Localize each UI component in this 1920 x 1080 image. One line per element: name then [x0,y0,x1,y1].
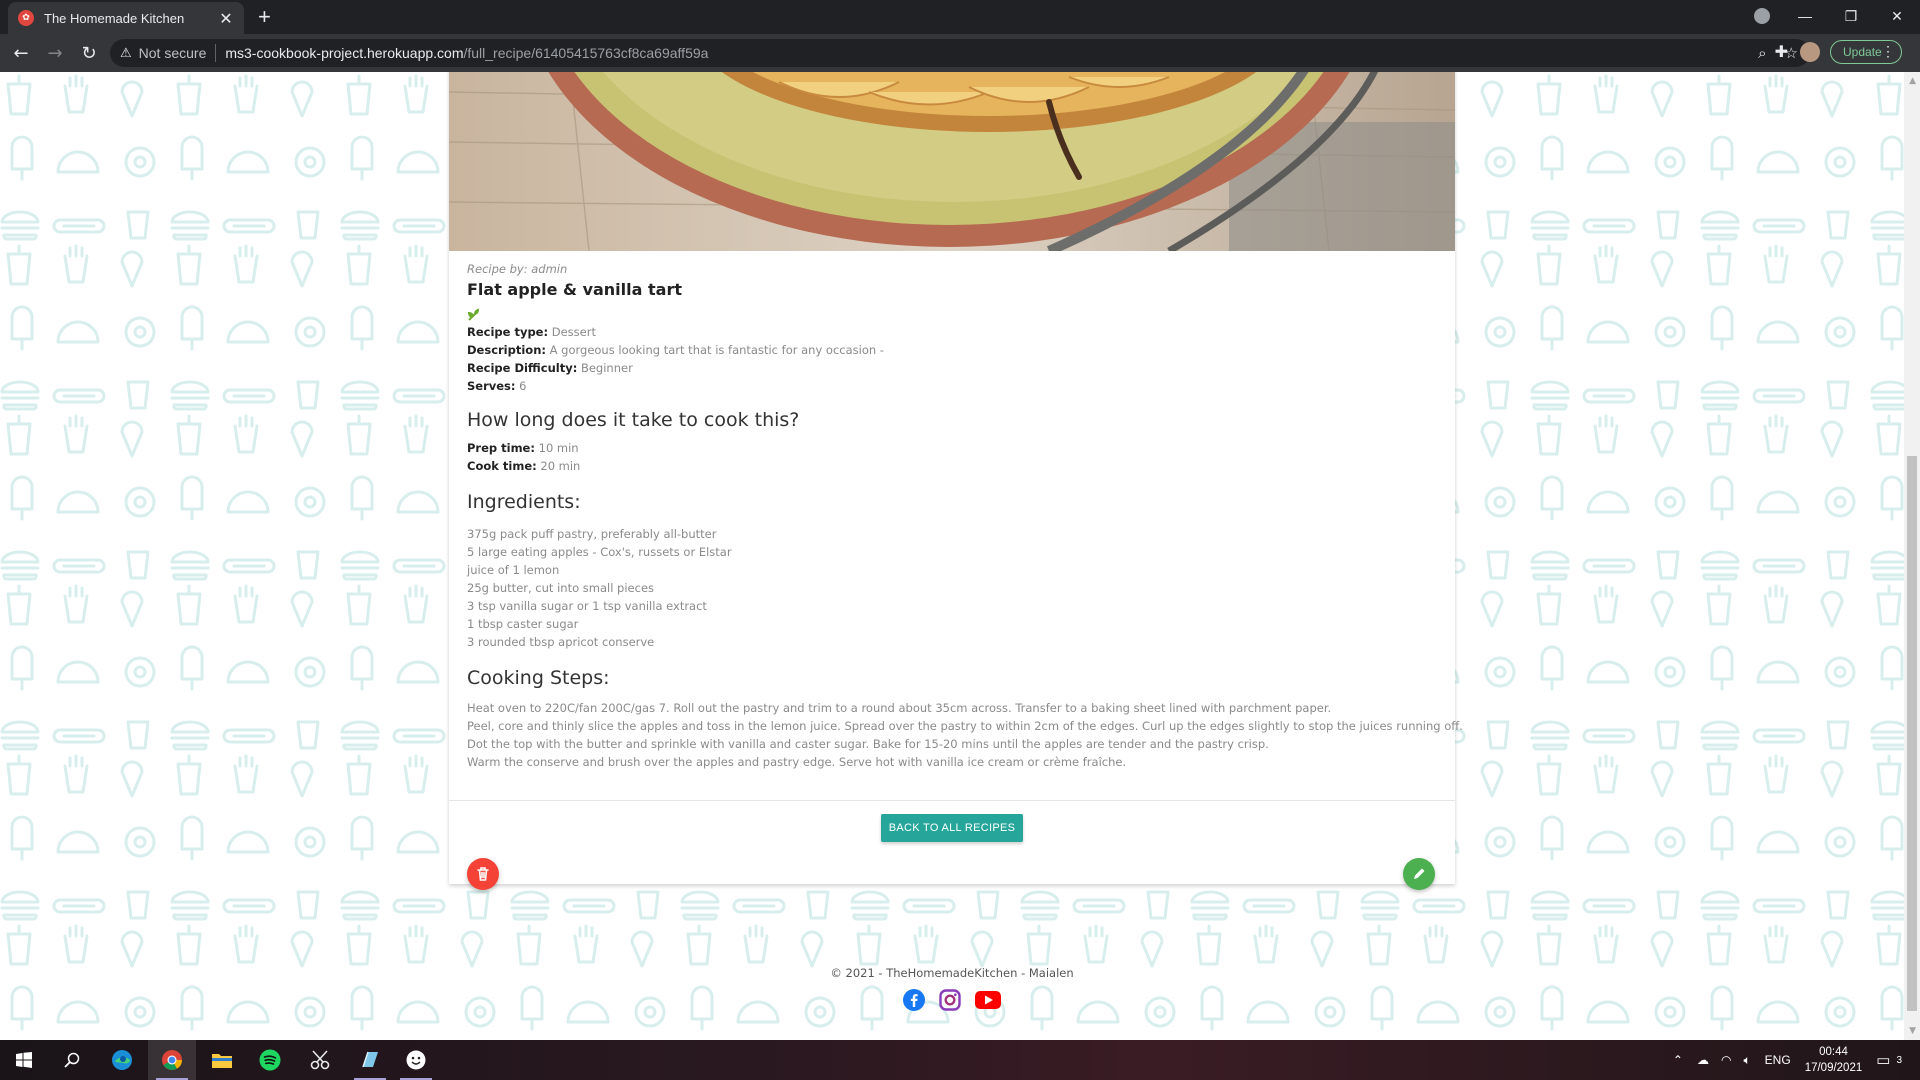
profile-avatar[interactable] [1800,42,1820,62]
back-arrow-icon[interactable]: ← [8,43,34,64]
url-path[interactable]: /full_recipe/61405415763cf8ca69aff59a [463,45,708,61]
minimize-icon[interactable]: — [1782,8,1828,24]
address-divider [215,44,217,62]
tab-title: The Homemade Kitchen [44,10,185,26]
recipe-image [449,72,1455,251]
recipe-author: Recipe by: admin [467,262,568,276]
windows-taskbar: ⌃ ☁ ◠ 🔈︎ ENG 00:44 17/09/2021 ▭ 3 [0,1040,1920,1080]
youtube-icon[interactable] [974,989,1002,1011]
recipe-difficulty: Recipe Difficulty: Beginner [467,361,633,375]
system-tray: ⌃ ☁ ◠ 🔈︎ ENG 00:44 17/09/2021 ▭ 3 [1673,1040,1920,1080]
notification-center-icon[interactable]: ▭ [1876,1051,1890,1069]
tab-favicon-icon: ✿ [18,10,34,26]
ingredient-item: 1 tbsp caster sugar [467,617,579,631]
page-scrollbar[interactable]: ▲ ▼ [1904,72,1920,1040]
tray-expand-icon[interactable]: ⌃ [1673,1053,1683,1067]
ingredient-item: 5 large eating apples - Cox's, russets o… [467,545,732,559]
new-tab-icon[interactable]: + [258,4,271,30]
clock-date: 17/09/2021 [1804,1062,1863,1074]
edge-browser-icon[interactable] [98,1040,146,1080]
chrome-taskbar-icon[interactable] [148,1040,196,1080]
tab-search-icon[interactable] [1754,8,1770,24]
cooking-step: Dot the top with the butter and sprinkle… [467,737,1269,751]
ingredient-item: 3 tsp vanilla sugar or 1 tsp vanilla ext… [467,599,707,613]
browser-tab[interactable]: ✿ The Homemade Kitchen ✕ [8,2,244,34]
instagram-icon[interactable] [938,988,962,1012]
taskbar-clock[interactable]: 00:44 17/09/2021 [1805,1044,1863,1076]
card-divider [449,800,1455,801]
pencil-icon [1414,868,1425,879]
emoji-app-icon[interactable] [392,1040,440,1080]
cooking-step: Warm the conserve and brush over the app… [467,755,1127,769]
recipe-description: Description: A gorgeous looking tart tha… [467,343,884,357]
cooking-steps-list: Heat oven to 220C/fan 200C/gas 7. Roll o… [467,699,1463,771]
ingredients-list: 375g pack puff pastry, preferably all-bu… [467,525,1437,651]
url-host[interactable]: ms3-cookbook-project.herokuapp.com [225,45,463,61]
cooking-step: Heat oven to 220C/fan 200C/gas 7. Roll o… [467,701,1332,715]
tab-close-icon[interactable]: ✕ [218,9,234,28]
scrollbar-thumb[interactable] [1907,456,1917,1011]
zoom-search-icon[interactable]: ⌕ [1758,44,1766,62]
ingredient-item: 25g butter, cut into small pieces [467,581,655,595]
cook-time-heading: How long does it take to cook this? [467,409,800,431]
file-explorer-icon[interactable] [198,1040,246,1080]
scroll-down-icon[interactable]: ▼ [1909,1026,1916,1036]
cooking-steps-heading: Cooking Steps: [467,667,610,689]
ingredients-heading: Ingredients: [467,491,581,513]
menu-dots-icon[interactable]: ⋮ [1881,43,1895,60]
notification-count: 3 [1896,1054,1902,1066]
restore-icon[interactable]: ❐ [1828,8,1874,25]
address-bar[interactable]: ⚠ Not secure ms3-cookbook-project.heroku… [110,39,1810,67]
social-links [902,988,1002,1012]
cooking-step: Peel, core and thinly slice the apples a… [467,719,1463,733]
recipe-serves: Serves: 6 [467,379,527,393]
window-controls: — ❐ ✕ [1782,0,1920,32]
search-icon[interactable] [48,1040,96,1080]
onedrive-cloud-icon[interactable]: ☁ [1697,1053,1709,1067]
notepad-app-icon[interactable] [346,1040,394,1080]
trash-icon [477,867,489,881]
puzzle-icon[interactable]: ✚ [1775,42,1788,61]
forward-arrow-icon[interactable]: → [42,43,68,64]
ingredient-item: 375g pack puff pastry, preferably all-bu… [467,527,717,541]
warning-icon[interactable]: ⚠ [120,46,132,61]
facebook-icon[interactable] [902,988,926,1012]
browser-tab-strip: ✿ The Homemade Kitchen ✕ + — ❐ ✕ [0,0,1920,34]
clock-time: 00:44 [1819,1046,1848,1058]
cook-time: Cook time: 20 min [467,459,581,473]
windows-start-icon[interactable] [0,1040,48,1080]
not-secure-label[interactable]: Not secure [139,45,207,61]
reload-icon[interactable]: ↻ [76,43,102,64]
recipe-title: Flat apple & vanilla tart [467,280,682,299]
recipe-card: Recipe by: admin Flat apple & vanilla ta… [449,72,1463,890]
prep-time: Prep time: 10 min [467,441,579,455]
update-label: Update [1843,45,1882,59]
snipping-tool-icon[interactable] [296,1040,344,1080]
footer-copyright: © 2021 - TheHomemadeKitchen - Maialen [830,966,1074,980]
wifi-icon[interactable]: ◠ [1721,1053,1731,1067]
delete-recipe-button[interactable] [467,858,499,890]
spotify-icon[interactable] [246,1040,294,1080]
update-button[interactable]: Update ⋮ [1830,40,1902,64]
ingredient-item: 3 rounded tbsp apricot conserve [467,635,655,649]
language-indicator[interactable]: ENG [1765,1053,1791,1067]
scroll-up-icon[interactable]: ▲ [1909,76,1916,86]
recipe-details: Recipe by: admin Flat apple & vanilla ta… [467,262,1463,771]
recipe-type: Recipe type: Dessert [467,325,596,339]
browser-toolbar: ← → ↻ ⚠ Not secure ms3-cookbook-project.… [0,34,1920,72]
window-close-icon[interactable]: ✕ [1874,8,1920,25]
volume-icon[interactable]: 🔈︎ [1743,1053,1750,1068]
ingredient-item: juice of 1 lemon [467,563,560,577]
page-viewport: Recipe by: admin Flat apple & vanilla ta… [0,72,1920,1040]
back-to-all-recipes-button[interactable]: BACK TO ALL RECIPES [881,814,1023,842]
sprout-icon [467,308,1437,323]
edit-recipe-button[interactable] [1403,858,1435,890]
